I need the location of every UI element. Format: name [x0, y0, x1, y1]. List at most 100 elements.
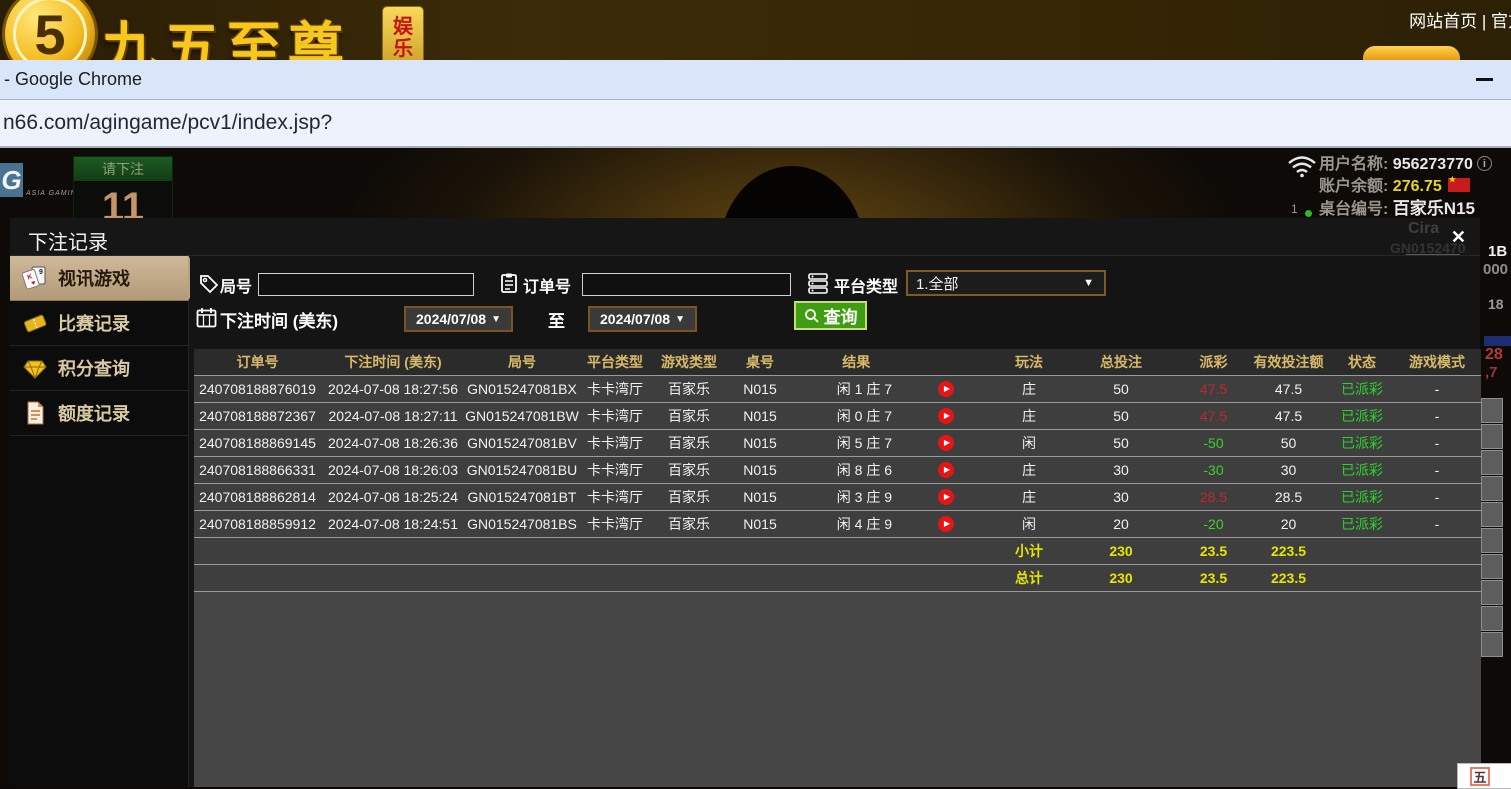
cell-game: 百家乐: [651, 456, 727, 483]
result-text: 闲 3 庄 9: [837, 487, 892, 507]
cell-order: 240708188872367: [194, 402, 321, 429]
sidebar-item-credit-records[interactable]: 额度记录: [10, 391, 188, 436]
cell-game: 百家乐: [651, 510, 727, 537]
play-video-icon[interactable]: ▶: [938, 381, 954, 397]
result-text: 闲 4 庄 9: [837, 514, 892, 534]
cell-valid: 50: [1246, 429, 1331, 456]
gold-button-partial[interactable]: [1363, 46, 1460, 60]
column-header: 游戏类型: [651, 349, 727, 375]
chevron-down-icon: ▼: [491, 314, 501, 325]
minimize-button[interactable]: [1476, 78, 1493, 81]
cell-valid: 47.5: [1246, 402, 1331, 429]
play-video-icon[interactable]: ▶: [938, 408, 954, 424]
table-row: 2407081888691452024-07-08 18:26:36GN0152…: [194, 429, 1481, 456]
sidebar-item-match-records[interactable]: 比赛记录: [10, 301, 188, 346]
column-header: 订单号: [194, 349, 321, 375]
cell-platform: 卡卡湾厅: [579, 375, 651, 402]
home-link[interactable]: 网站首页: [1409, 12, 1477, 31]
close-icon[interactable]: ✕: [1451, 227, 1466, 248]
ime-popup: 五: [1457, 763, 1511, 789]
cell-result: 闲 8 庄 6▶: [793, 456, 997, 483]
platform-type-select[interactable]: 1.全部 ▼: [906, 270, 1106, 296]
cell-payout: 47.5: [1181, 375, 1246, 402]
table-row: 2407081888628142024-07-08 18:25:24GN0152…: [194, 483, 1481, 510]
chrome-titlebar: - Google Chrome: [0, 60, 1511, 100]
cell-mode: -: [1393, 402, 1481, 429]
cell-result: 闲 3 庄 9 ▶: [793, 483, 997, 510]
date-from-select[interactable]: 2024/07/08 ▼: [404, 306, 513, 332]
cell-game: 百家乐: [651, 483, 727, 510]
cell-order: 240708188859912: [194, 510, 321, 537]
cell-play-side: 庄: [997, 456, 1061, 483]
search-button[interactable]: 查询: [794, 301, 867, 330]
sidebar-item-label: 比赛记录: [58, 310, 130, 336]
peek-count-2: 28: [1485, 346, 1503, 364]
chrome-address-bar[interactable]: n66.com/agingame/pcv1/index.jsp?: [0, 100, 1511, 148]
round-id-label: 局号: [220, 273, 252, 297]
peek-limit: 000: [1483, 261, 1508, 278]
column-header: 玩法: [997, 349, 1061, 375]
cell-result: 闲 0 庄 7 ▶: [793, 402, 997, 429]
column-header: 游戏模式: [1393, 349, 1481, 375]
cell-status: 已派彩: [1331, 429, 1393, 456]
sidebar-item-label: 额度记录: [58, 400, 130, 426]
play-video-icon[interactable]: ▶: [938, 435, 954, 451]
sum-empty: [793, 537, 997, 564]
status-dot: [1305, 210, 1312, 217]
sum-empty: [579, 537, 651, 564]
cell-payout: -30: [1181, 456, 1246, 483]
roadmap-strip: [1481, 398, 1503, 658]
cell-payout: 47.5: [1181, 402, 1246, 429]
platform-type-label: 平台类型: [834, 273, 898, 297]
sum-label: 小计: [997, 537, 1061, 564]
cell-mode: -: [1393, 375, 1481, 402]
date-to-select[interactable]: 2024/07/08 ▼: [588, 306, 697, 332]
cell-round: GN015247081BW: [465, 402, 579, 429]
user-name-label: 用户名称:: [1319, 156, 1388, 173]
cell-table: N015: [727, 510, 793, 537]
cell-time: 2024-07-08 18:26:36: [321, 429, 465, 456]
url-text: n66.com/agingame/pcv1/index.jsp?: [3, 111, 332, 135]
sum-empty: [793, 564, 997, 591]
peek-count-1: 18: [1488, 296, 1504, 312]
sum-valid: 223.5: [1246, 537, 1331, 564]
play-video-icon[interactable]: ▶: [938, 516, 954, 532]
sidebar-item-points-query[interactable]: 积分查询: [10, 346, 188, 391]
cell-time: 2024-07-08 18:27:56: [321, 375, 465, 402]
order-id-input[interactable]: [582, 273, 791, 296]
sum-bet: 230: [1061, 537, 1181, 564]
column-header: 状态: [1331, 349, 1393, 375]
top-nav: 网站首页 | 官方: [1409, 7, 1511, 32]
sum-empty: [194, 564, 321, 591]
bet-prompt: 请下注: [74, 157, 172, 181]
cell-valid: 47.5: [1246, 375, 1331, 402]
cell-bet: 50: [1061, 375, 1181, 402]
cell-platform: 卡卡湾厅: [579, 483, 651, 510]
column-header: 平台类型: [579, 349, 651, 375]
play-video-icon[interactable]: ▶: [938, 462, 954, 478]
search-icon: [804, 308, 820, 324]
table-id-label: 桌台编号:: [1319, 201, 1388, 218]
modal-sidebar: 9 K ♥ 视讯游戏 比赛记录: [10, 256, 189, 787]
sidebar-item-video-games[interactable]: 9 K ♥ 视讯游戏: [10, 256, 188, 301]
playing-cards-icon: 9 K ♥: [22, 265, 48, 291]
column-header: 下注时间 (美东): [321, 349, 465, 375]
official-link[interactable]: 官方: [1491, 12, 1511, 31]
chevron-down-icon: ▼: [675, 314, 685, 325]
row-number: 1: [1291, 202, 1298, 216]
info-icon[interactable]: i: [1477, 156, 1492, 171]
ticket-icon: [22, 310, 48, 336]
play-video-icon[interactable]: ▶: [938, 489, 954, 505]
result-text: 闲 5 庄 7: [837, 433, 892, 453]
cell-valid: 28.5: [1246, 483, 1331, 510]
sum-label: 总计: [997, 564, 1061, 591]
cell-valid: 30: [1246, 456, 1331, 483]
cell-play-side: 闲: [997, 510, 1061, 537]
round-id-input[interactable]: [258, 273, 474, 296]
sum-empty: [1331, 537, 1393, 564]
cell-play-side: 庄: [997, 483, 1061, 510]
result-text: 闲 0 庄 7: [837, 406, 892, 426]
table-row: 2407081888599122024-07-08 18:24:51GN0152…: [194, 510, 1481, 537]
sum-empty: [1331, 564, 1393, 591]
cell-result: 闲 5 庄 7 ▶: [793, 429, 997, 456]
